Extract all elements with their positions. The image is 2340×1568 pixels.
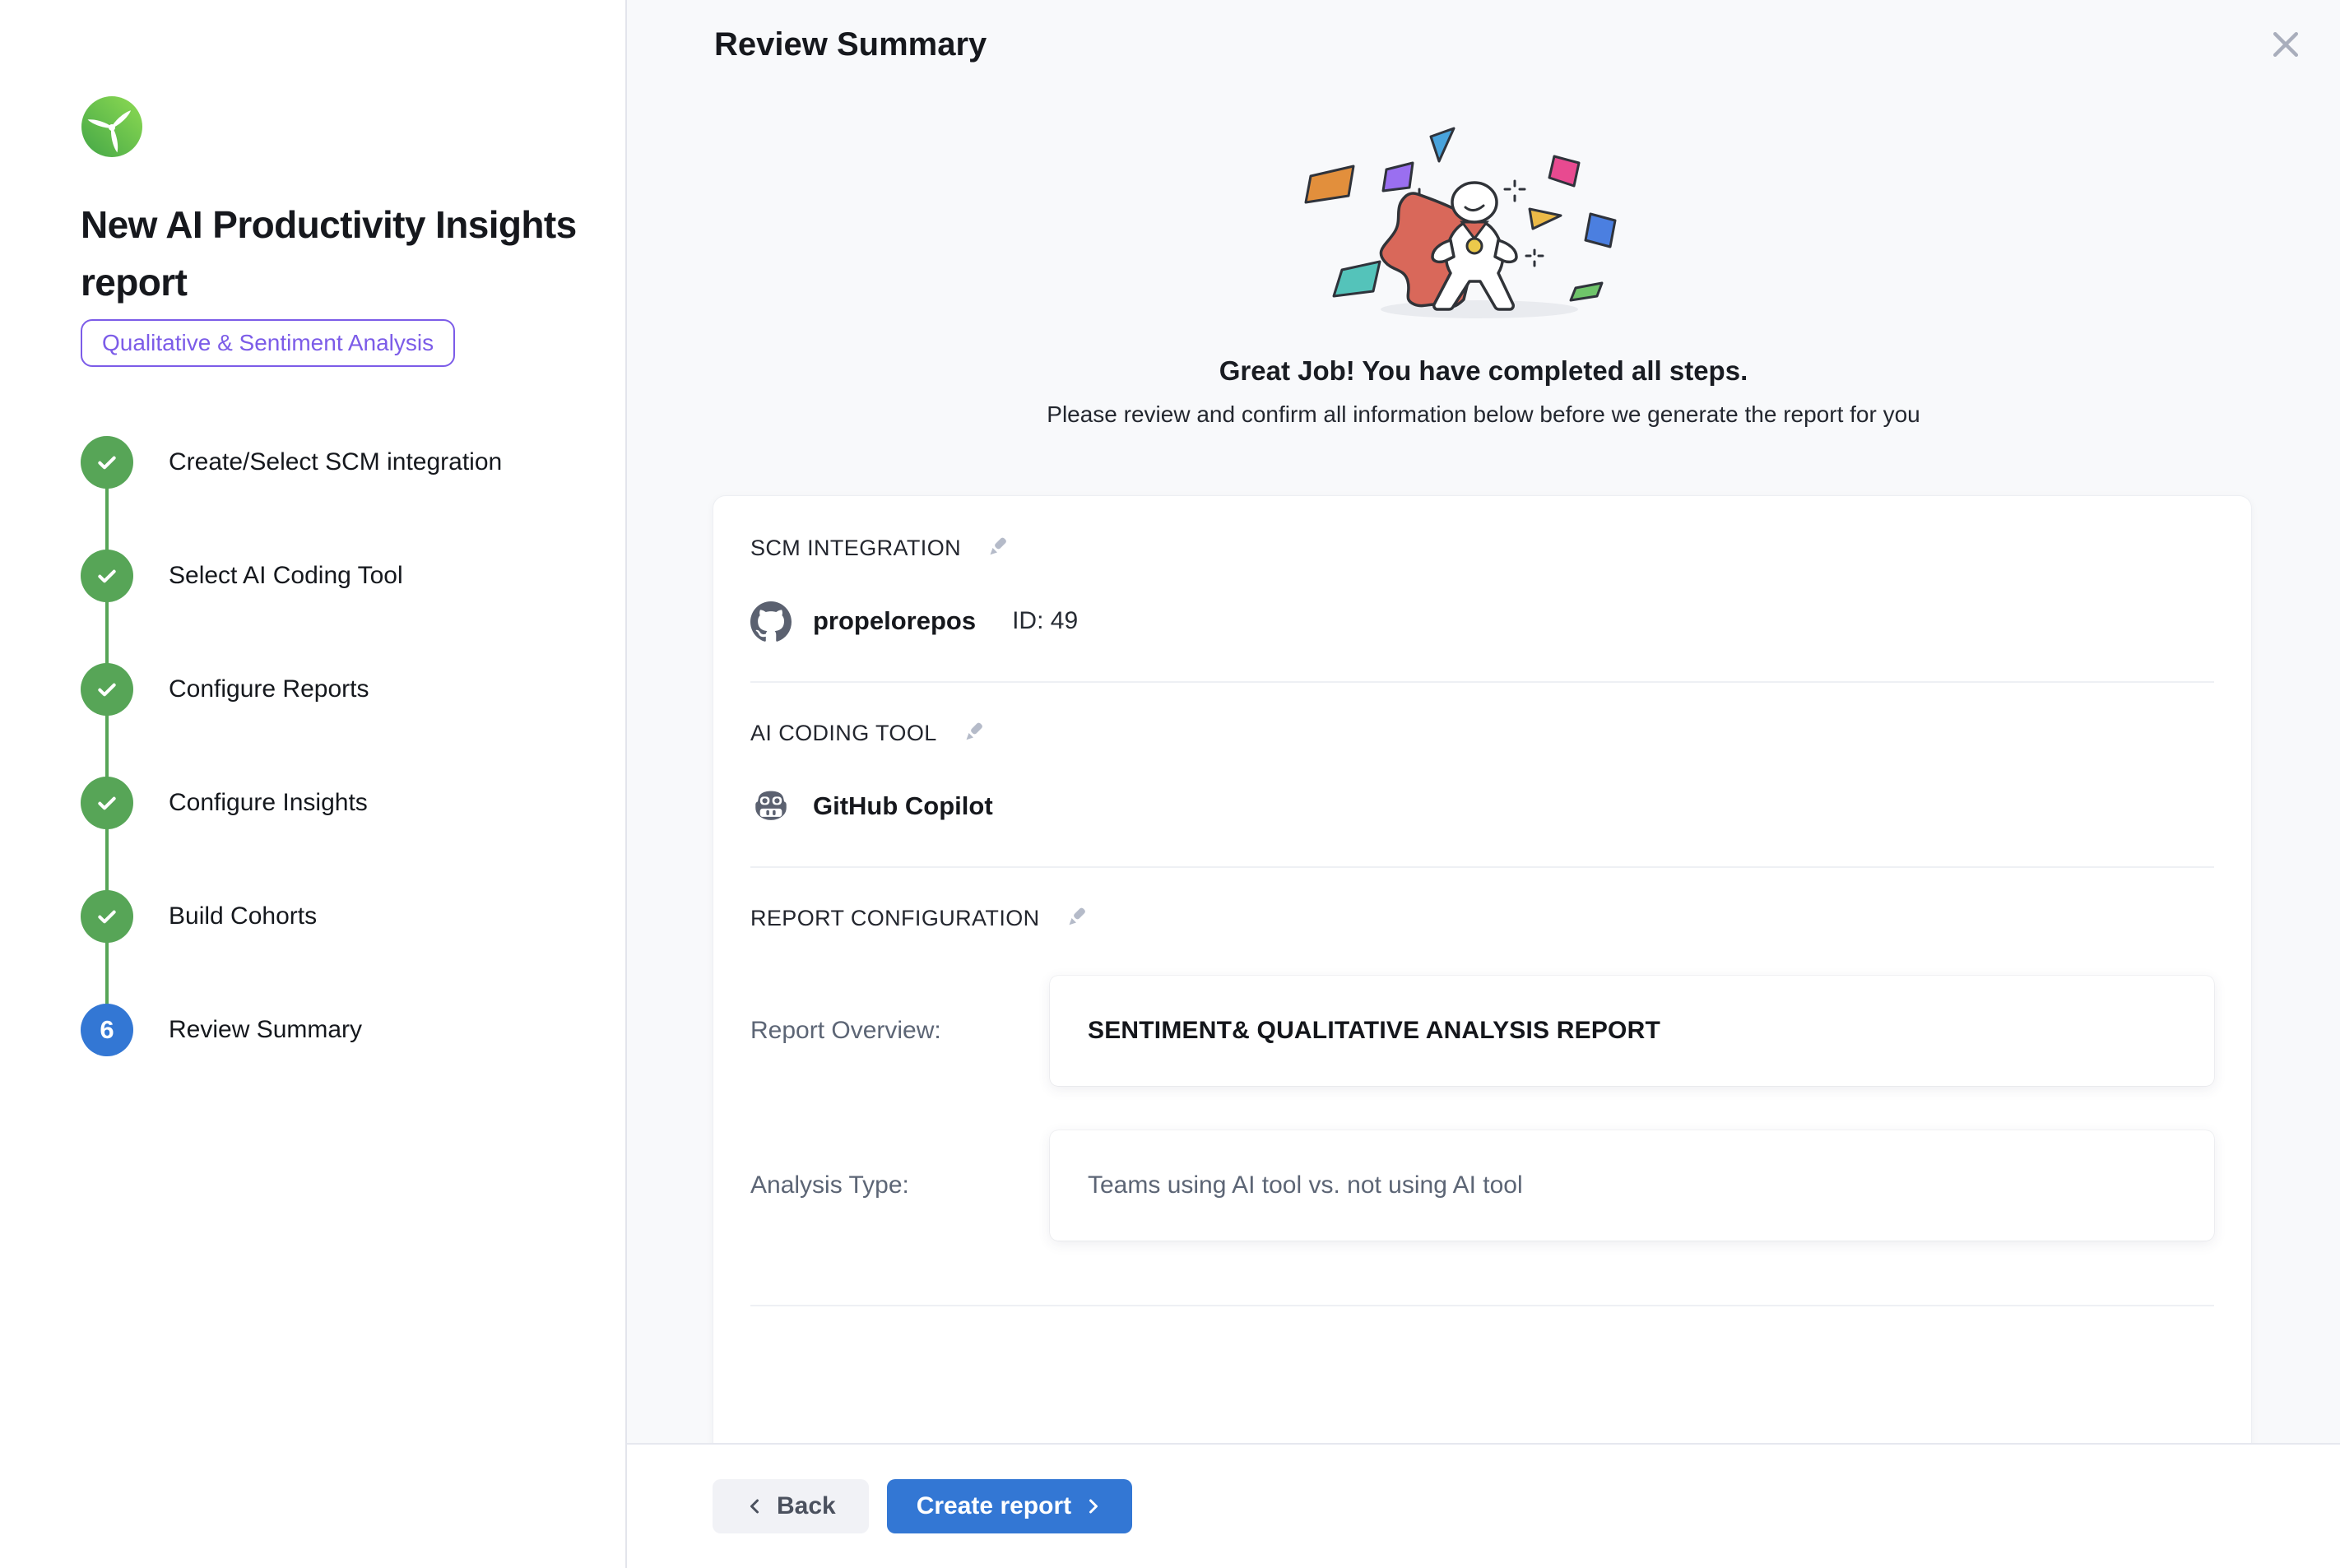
step-done-check-icon bbox=[81, 663, 133, 716]
chevron-right-icon bbox=[1083, 1496, 1103, 1516]
back-button[interactable]: Back bbox=[713, 1479, 869, 1533]
section-divider bbox=[750, 866, 2214, 868]
wizard-steps: Create/Select SCM integration Select AI … bbox=[0, 406, 625, 1087]
step-build-cohorts[interactable]: Build Cohorts bbox=[0, 860, 625, 973]
edit-scm-integration-icon[interactable] bbox=[984, 536, 1009, 561]
step-done-check-icon bbox=[81, 436, 133, 489]
page-title: Review Summary bbox=[714, 26, 987, 63]
back-button-label: Back bbox=[777, 1492, 836, 1520]
report-configuration-label: REPORT CONFIGURATION bbox=[750, 906, 1040, 931]
congrats-block: Great Job! You have completed all steps.… bbox=[627, 0, 2340, 428]
congrats-subtitle: Please review and confirm all informatio… bbox=[627, 401, 2340, 428]
step-done-check-icon bbox=[81, 777, 133, 829]
section-divider bbox=[750, 1305, 2214, 1306]
propelo-logo-icon bbox=[81, 95, 143, 158]
review-summary-panel: Review Summary bbox=[627, 0, 2340, 1568]
scm-integration-name: propelorepos bbox=[813, 606, 976, 636]
step-label: Select AI Coding Tool bbox=[169, 562, 403, 590]
congrats-title: Great Job! You have completed all steps. bbox=[627, 355, 2340, 387]
step-done-check-icon bbox=[81, 890, 133, 943]
step-label: Build Cohorts bbox=[169, 902, 317, 930]
report-overview-label: Report Overview: bbox=[750, 1017, 1050, 1045]
ai-coding-tool-value-row: GitHub Copilot bbox=[750, 786, 2214, 827]
step-configure-insights[interactable]: Configure Insights bbox=[0, 746, 625, 860]
create-report-button-label: Create report bbox=[917, 1492, 1071, 1520]
report-overview-value: SENTIMENT& QUALITATIVE ANALYSIS REPORT bbox=[1050, 976, 2214, 1086]
edit-ai-coding-tool-icon[interactable] bbox=[960, 721, 985, 746]
section-divider bbox=[750, 681, 2214, 683]
new-report-wizard-window: New AI Productivity Insights report Qual… bbox=[0, 0, 2340, 1568]
create-report-button[interactable]: Create report bbox=[887, 1479, 1132, 1533]
ai-coding-tool-section-header: AI CODING TOOL bbox=[750, 721, 2214, 746]
github-copilot-icon bbox=[750, 786, 792, 827]
report-overview-row: Report Overview: SENTIMENT& QUALITATIVE … bbox=[750, 976, 2214, 1086]
step-label: Configure Insights bbox=[169, 789, 368, 817]
celebration-hero-illustration bbox=[1270, 120, 1697, 334]
github-icon bbox=[750, 601, 792, 642]
analysis-type-row: Analysis Type: Teams using AI tool vs. n… bbox=[750, 1130, 2214, 1241]
step-configure-reports[interactable]: Configure Reports bbox=[0, 633, 625, 746]
ai-coding-tool-label: AI CODING TOOL bbox=[750, 721, 937, 746]
close-icon[interactable] bbox=[2263, 21, 2309, 67]
summary-card: SCM INTEGRATION propelorepos ID: 49 AI C… bbox=[713, 495, 2252, 1474]
edit-report-configuration-icon[interactable] bbox=[1063, 907, 1088, 931]
scm-integration-id: ID: 49 bbox=[1012, 607, 1078, 635]
analysis-type-label: Analysis Type: bbox=[750, 1171, 1050, 1199]
step-select-ai-coding-tool[interactable]: Select AI Coding Tool bbox=[0, 519, 625, 633]
step-current-number: 6 bbox=[81, 1004, 133, 1056]
step-label: Configure Reports bbox=[169, 675, 369, 703]
report-type-badge: Qualitative & Sentiment Analysis bbox=[81, 319, 455, 367]
scm-integration-label: SCM INTEGRATION bbox=[750, 536, 961, 561]
wizard-sidebar: New AI Productivity Insights report Qual… bbox=[0, 0, 627, 1568]
step-label: Review Summary bbox=[169, 1016, 362, 1044]
scm-integration-value-row: propelorepos ID: 49 bbox=[750, 601, 2214, 642]
report-configuration-section-header: REPORT CONFIGURATION bbox=[750, 906, 2214, 931]
step-review-summary[interactable]: 6 Review Summary bbox=[0, 973, 625, 1087]
wizard-title: New AI Productivity Insights report bbox=[81, 196, 579, 311]
chevron-left-icon bbox=[745, 1496, 765, 1516]
wizard-footer: Back Create report bbox=[627, 1443, 2340, 1568]
step-done-check-icon bbox=[81, 550, 133, 602]
analysis-type-value: Teams using AI tool vs. not using AI too… bbox=[1050, 1130, 2214, 1241]
step-create-select-scm-integration[interactable]: Create/Select SCM integration bbox=[0, 406, 625, 519]
scm-integration-section-header: SCM INTEGRATION bbox=[750, 536, 2214, 561]
ai-coding-tool-name: GitHub Copilot bbox=[813, 791, 993, 821]
step-label: Create/Select SCM integration bbox=[169, 448, 502, 476]
